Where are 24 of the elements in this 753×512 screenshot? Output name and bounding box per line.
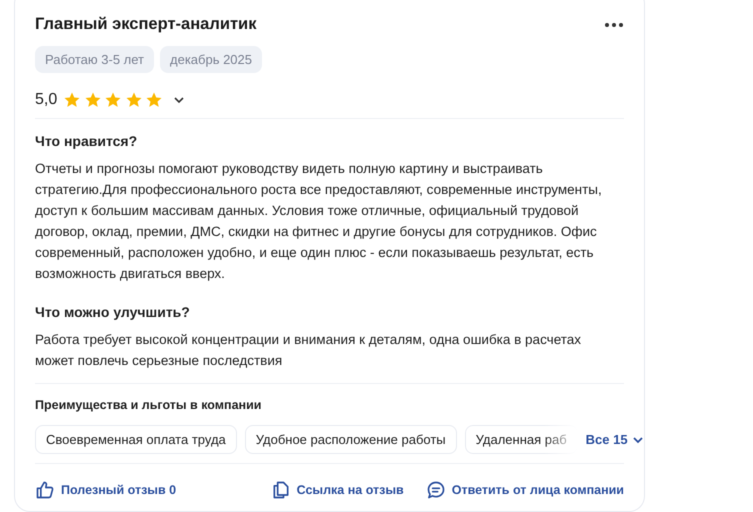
star-icon (84, 91, 102, 109)
benefits-heading: Преимущества и льготы в компании (35, 398, 262, 412)
star-icon (145, 91, 164, 109)
benefit-chip: Своевременная оплата труда (35, 425, 237, 454)
benefit-chip: Удобное расположение работы (244, 425, 457, 454)
show-all-button[interactable]: Все 15 (586, 432, 644, 447)
star-icon (124, 91, 143, 109)
reply-action[interactable]: Ответить от лица компании (426, 480, 624, 500)
star-icon (104, 91, 122, 109)
section-heading: Что нравится? (35, 133, 138, 149)
link-action[interactable]: Ссылка на отзыв (270, 480, 404, 500)
review-text: Отчеты и прогнозы помогают руководству видеть полную картину и выстраивать стратегию.Для профессионального роста все предоставляют, современные инструменты, доступ к большим массивам данных. Условия тоже отличные, официальный трудовой договор, оклад, премии, ДМС, скидки на фитнес и другие бонусы для сотрудников. Офис современный, расположен удобно, и еще один плюс - если показываешь результат, есть возможность двигаться вверх. (35, 160, 603, 283)
tag: Работаю 3-5 лет (35, 46, 154, 73)
review-text: Работа требует высокой концентрации и внимания к деталям, одна ошибка в расчетах может повлечь серьезные последствия (35, 331, 582, 370)
thumbs-up-icon (35, 480, 55, 500)
tag: декабрь 2025 (160, 46, 262, 73)
copy-icon (270, 480, 291, 500)
rating-value: 5,0 (35, 91, 58, 109)
section-heading: Что можно улучшить? (35, 304, 191, 320)
review-title: Главный эксперт-аналитик (35, 15, 256, 34)
star-icon (63, 91, 82, 109)
chat-bubble-icon (426, 480, 446, 500)
like-action[interactable]: Полезный отзыв 0 (35, 480, 176, 500)
more-options-icon[interactable] (604, 22, 624, 28)
